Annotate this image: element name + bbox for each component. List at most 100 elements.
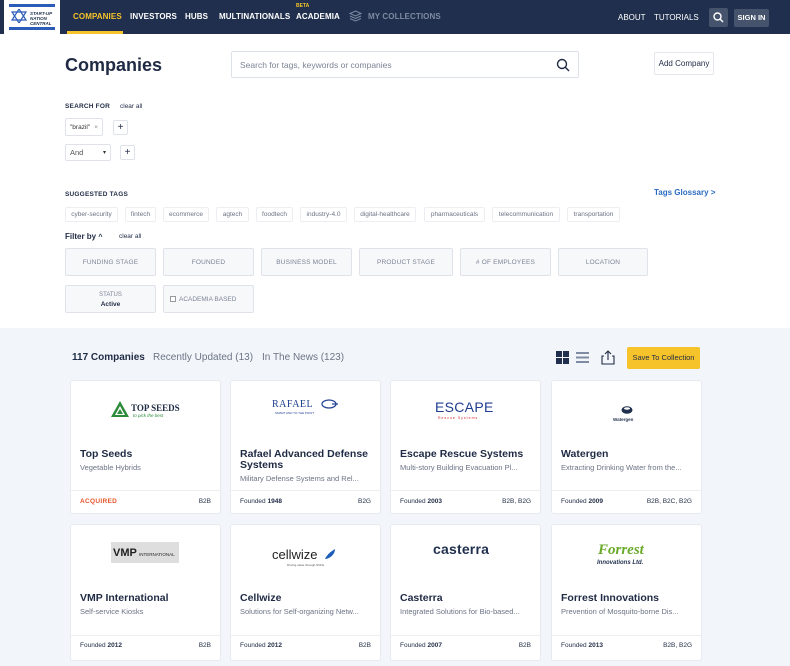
sign-in-button[interactable]: SIGN IN [734, 9, 769, 27]
layers-icon [349, 10, 362, 22]
company-logo: TOP SEEDS to pick the best [71, 395, 220, 431]
company-card[interactable]: casterra Casterra Integrated Solutions f… [391, 525, 540, 660]
search-input[interactable] [240, 58, 540, 72]
suggested-tag[interactable]: transportation [567, 207, 620, 222]
company-logo: casterra [433, 541, 490, 557]
add-tag-button[interactable]: + [113, 120, 128, 135]
company-description: Multi-story Building Evacuation Pl... [400, 463, 518, 472]
add-condition-button[interactable]: + [120, 145, 135, 160]
filter-employees[interactable]: # OF EMPLOYEES [460, 248, 551, 276]
remove-tag-icon[interactable]: × [94, 119, 98, 136]
suggested-tag[interactable]: telecommunication [492, 207, 560, 222]
nav-tutorials[interactable]: TUTORIALS [654, 13, 699, 22]
company-logo: VMP INTERNATIONAL [71, 539, 220, 575]
company-card[interactable]: Watergen Watergen Extracting Drinking Wa… [552, 381, 701, 513]
add-company-button[interactable]: Add Company [654, 52, 714, 75]
company-description: Military Defense Systems and Rel... [240, 474, 359, 483]
company-name[interactable]: Forrest Innovations [561, 593, 695, 604]
suggested-tag[interactable]: cyber-security [65, 207, 118, 222]
nav-investors[interactable]: INVESTORS [130, 12, 177, 21]
suggested-tags-label: SUGGESTED TAGS [65, 191, 128, 198]
company-card[interactable]: VMP INTERNATIONAL VMP International Self… [71, 525, 220, 660]
save-to-collection-button[interactable]: Save To Collection [627, 347, 700, 369]
filter-status[interactable]: STATUS Active [65, 285, 156, 313]
suggested-tag[interactable]: digital-healthcare [354, 207, 416, 222]
beta-badge: BETA [296, 3, 310, 9]
suggested-tag[interactable]: industry-4.0 [300, 207, 347, 222]
filter-founded[interactable]: FOUNDED [163, 248, 254, 276]
nav-about[interactable]: ABOUT [618, 13, 646, 22]
company-description: Extracting Drinking Water from the... [561, 463, 682, 472]
chevron-down-icon: ▾ [102, 150, 106, 156]
company-description: Self-service Kiosks [80, 607, 144, 616]
company-card[interactable]: ESCAPE Rescue Systems Escape Rescue Syst… [391, 381, 540, 513]
business-model: B2B, B2G [502, 498, 531, 505]
rafael-logo-icon [321, 399, 338, 409]
company-name[interactable]: VMP International [80, 593, 214, 604]
company-name[interactable]: Watergen [561, 449, 695, 460]
company-description: Integrated Solutions for Bio-based... [400, 607, 520, 616]
nav-my-collections[interactable]: MY COLLECTIONS [368, 12, 441, 21]
suggested-tag[interactable]: ecommerce [163, 207, 209, 222]
filter-location[interactable]: LOCATION [558, 248, 648, 276]
founded-info: Founded 2003 [400, 498, 442, 505]
business-model: B2B [198, 642, 211, 649]
company-name[interactable]: Casterra [400, 593, 534, 604]
company-description: Vegetable Hybrids [80, 463, 141, 472]
logo[interactable]: START-UP NATION CENTRAL [4, 0, 60, 34]
logo-flag-icon: START-UP NATION CENTRAL [9, 4, 55, 30]
page-title: Companies [65, 55, 163, 75]
search-for-label: SEARCH FOR [65, 103, 110, 110]
search-tag: "brazil" × [65, 118, 103, 136]
filter-funding-stage[interactable]: FUNDING STAGE [65, 248, 156, 276]
company-name[interactable]: Escape Rescue Systems [400, 449, 534, 460]
status-label: STATUS [99, 292, 122, 298]
tags-glossary-link[interactable]: Tags Glossary > [654, 188, 715, 197]
company-card[interactable]: cellwize Driving value through SONs Cell… [231, 525, 380, 660]
tab-recently-updated[interactable]: Recently Updated (13) [153, 352, 253, 363]
suggested-tag[interactable]: agtech [216, 207, 249, 222]
suggested-tag[interactable]: pharmaceuticals [424, 207, 485, 222]
suggested-tag[interactable]: fintech [125, 207, 156, 222]
company-card[interactable]: Forrest Innovations Ltd. Forrest Innovat… [552, 525, 701, 660]
suggested-tag[interactable]: foodtech [256, 207, 293, 222]
filter-academia-based[interactable]: ACADEMIA BASED [163, 285, 254, 313]
company-card[interactable]: RAFAEL SMART AND TO THE POINT Rafael Adv… [231, 381, 380, 513]
search-icon[interactable] [556, 58, 570, 72]
nav-multinationals[interactable]: MULTINATIONALS [219, 12, 290, 21]
clear-filters-link[interactable]: clear all [119, 233, 141, 240]
filter-product-stage[interactable]: PRODUCT STAGE [359, 248, 453, 276]
company-description: Prevention of Mosquito-borne Dis... [561, 607, 679, 616]
star-of-david-icon [11, 9, 27, 23]
company-search[interactable] [231, 51, 579, 78]
company-logo: Watergen [552, 395, 701, 431]
tab-in-the-news[interactable]: In The News (123) [262, 352, 344, 363]
grid-view-icon[interactable] [556, 351, 569, 364]
company-name[interactable]: Rafael Advanced Defense Systems [240, 449, 374, 470]
company-name[interactable]: Cellwize [240, 593, 374, 604]
filter-business-model[interactable]: BUSINESS MODEL [261, 248, 352, 276]
founded-info: Founded 2012 [80, 642, 122, 649]
list-view-icon[interactable] [576, 351, 589, 364]
plant-icon [111, 401, 129, 417]
filter-by-toggle[interactable]: Filter by ^ [65, 232, 102, 241]
water-drop-icon [621, 406, 633, 414]
nav-hubs[interactable]: HUBS [185, 12, 208, 21]
academia-label: ACADEMIA BASED [179, 296, 237, 303]
status-value: Active [100, 301, 121, 308]
founded-info: Founded 2009 [561, 498, 603, 505]
share-icon[interactable] [601, 350, 615, 365]
nav-academia[interactable]: ACADEMIA [296, 12, 340, 21]
clear-search-link[interactable]: clear all [120, 103, 142, 110]
nav-search-button[interactable] [709, 8, 728, 27]
tab-all-companies[interactable]: 117 Companies [72, 352, 145, 363]
search-icon [713, 12, 724, 23]
operator-select[interactable]: And ▾ [65, 144, 111, 161]
company-card[interactable]: TOP SEEDS to pick the best Top Seeds Veg… [71, 381, 220, 513]
nav-companies[interactable]: COMPANIES [73, 12, 122, 21]
company-name[interactable]: Top Seeds [80, 449, 214, 460]
academia-checkbox[interactable] [170, 296, 176, 302]
founded-info: Founded 2012 [240, 642, 282, 649]
company-logo: ESCAPE Rescue Systems [435, 399, 494, 420]
chevron-up-icon: ^ [98, 234, 103, 241]
